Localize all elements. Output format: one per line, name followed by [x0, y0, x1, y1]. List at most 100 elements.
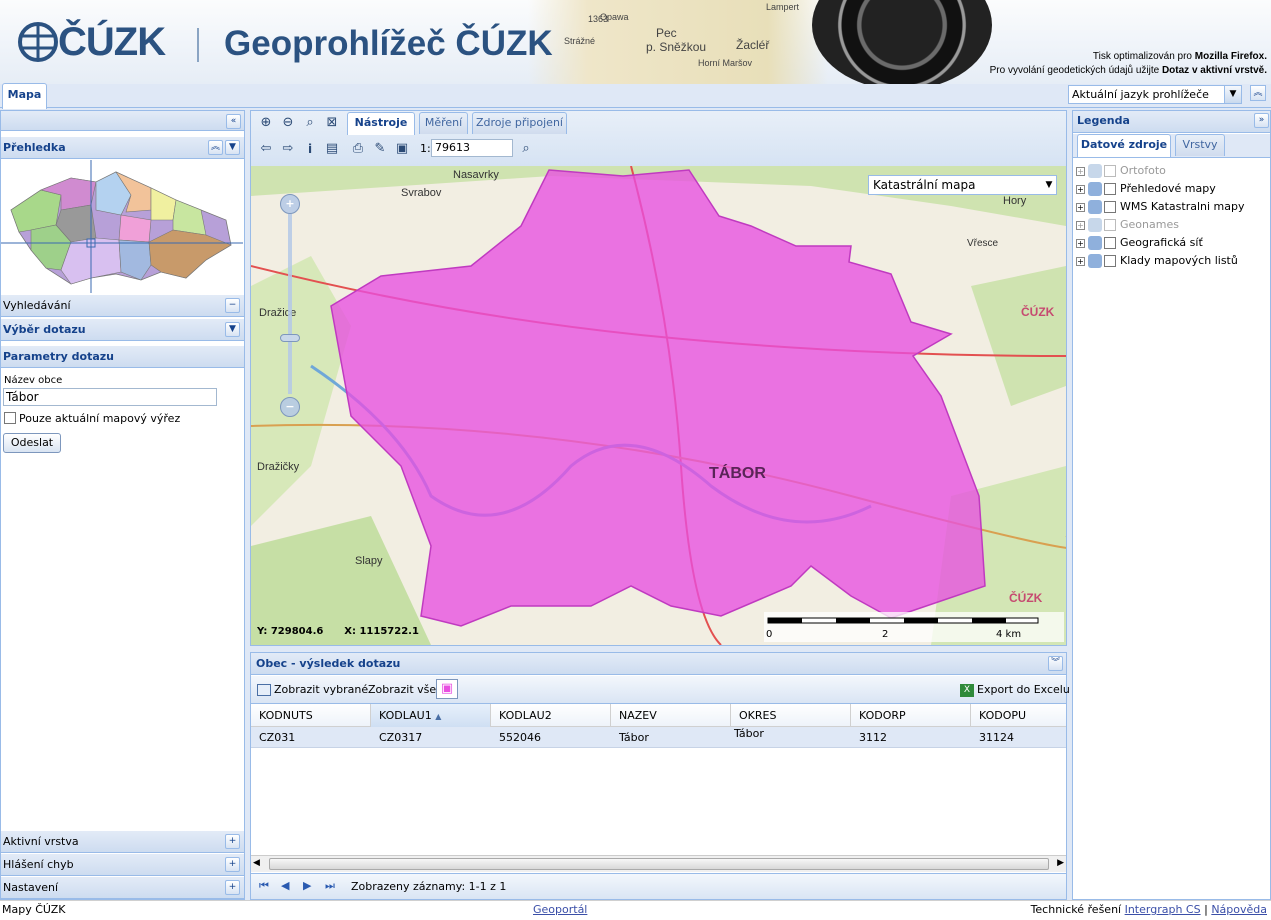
error-report-expand-button[interactable]: +: [225, 857, 240, 872]
zoom-plus-button[interactable]: +: [280, 194, 300, 214]
collapse-header-button[interactable]: ︽: [1250, 85, 1266, 101]
tab-data-sources[interactable]: Datové zdroje: [1077, 134, 1171, 157]
info-icon[interactable]: i: [302, 141, 318, 157]
zoom-in-icon[interactable]: ⊕: [258, 115, 274, 131]
collapse-left-button[interactable]: «: [226, 114, 241, 129]
first-page-icon[interactable]: ⏮: [259, 879, 269, 893]
map-view[interactable]: TÁBOR Nasavrky Svrabov Dražice Dražičky …: [251, 166, 1066, 645]
collapse-right-button[interactable]: »: [1254, 113, 1269, 128]
overview-title: Přehledka: [3, 141, 66, 154]
scale-input[interactable]: 79613: [431, 139, 513, 157]
legend-item-overview-maps[interactable]: + Přehledové mapy: [1076, 181, 1216, 197]
export-excel-button[interactable]: X Export do Excelu: [960, 683, 1070, 697]
show-all-button[interactable]: Zobrazit vše: [368, 683, 436, 697]
legend-item-label: Přehledové mapy: [1120, 182, 1216, 195]
legend-item-map-sheets[interactable]: + Klady mapových listů: [1076, 253, 1238, 269]
prev-page-icon[interactable]: ◀: [281, 879, 289, 892]
document-icon[interactable]: ▤: [324, 141, 340, 157]
column-header-kodlau2[interactable]: KODLAU2: [491, 704, 611, 727]
column-header-nazev[interactable]: NAZEV: [611, 704, 731, 727]
column-header-kodnuts[interactable]: KODNUTS: [251, 704, 371, 727]
expand-icon[interactable]: +: [1076, 202, 1085, 212]
overview-menu-button[interactable]: ▼: [225, 140, 240, 155]
intergraph-link[interactable]: Intergraph CS: [1125, 903, 1201, 916]
town-name-input[interactable]: Tábor: [3, 388, 217, 406]
layer-checkbox[interactable]: [1104, 237, 1116, 249]
expand-icon[interactable]: +: [1076, 238, 1085, 248]
coordinates-readout: Y: 729804.6 X: 1115722.1: [257, 626, 419, 637]
zoom-box-icon[interactable]: ⌕: [302, 115, 318, 131]
print-icon[interactable]: ⎙: [350, 141, 366, 157]
scrollbar-thumb[interactable]: [269, 858, 1049, 870]
settings-header[interactable]: Nastavení: [1, 877, 244, 899]
show-selected-button[interactable]: Zobrazit vybrané: [257, 683, 368, 697]
query-select-header[interactable]: Výběr dotazu: [1, 319, 244, 341]
tab-tools[interactable]: Nástroje: [347, 112, 415, 135]
expand-icon[interactable]: +: [1076, 166, 1085, 176]
expand-icon[interactable]: +: [1076, 256, 1085, 266]
scroll-right-icon[interactable]: ▶: [1057, 858, 1064, 868]
layer-checkbox[interactable]: [1104, 255, 1116, 267]
tab-mapa[interactable]: Mapa: [2, 83, 47, 109]
back-arrow-icon[interactable]: ⇦: [258, 141, 274, 157]
table-cell: 552046: [499, 731, 541, 744]
horizontal-scrollbar[interactable]: ◀ ▶: [251, 855, 1066, 872]
last-page-icon[interactable]: ⏭: [325, 879, 335, 893]
tab-measure[interactable]: Měření: [419, 112, 468, 134]
tab-layers[interactable]: Vrstvy: [1175, 134, 1225, 156]
legend-item-ortofoto[interactable]: + Ortofoto: [1076, 163, 1166, 179]
active-layer-header[interactable]: Aktivní vrstva: [1, 831, 244, 853]
column-header-kodlau1[interactable]: KODLAU1 ▲: [371, 704, 491, 727]
map-canvas: TÁBOR Nasavrky Svrabov Dražice Dražičky …: [251, 166, 1066, 645]
search-panel-header[interactable]: Vyhledávání: [1, 295, 244, 317]
layer-checkbox[interactable]: [1104, 219, 1116, 231]
base-layer-select[interactable]: Katastrální mapa ▼: [868, 175, 1057, 195]
scale-bar-graphic: 0 2 4 km: [766, 617, 1039, 640]
next-page-icon[interactable]: ▶: [303, 879, 311, 892]
zoom-track[interactable]: [288, 214, 292, 394]
table-cell: Tábor: [619, 731, 649, 744]
error-report-header[interactable]: Hlášení chyb: [1, 854, 244, 876]
column-header-kodopu[interactable]: KODOPU: [971, 704, 1066, 727]
overview-up-button[interactable]: ︽: [208, 140, 223, 155]
highlight-map-icon[interactable]: ▣: [436, 679, 458, 699]
tab-sources[interactable]: Zdroje připojení: [472, 112, 567, 134]
visible-extent-checkbox[interactable]: [4, 412, 16, 424]
zoom-minus-button[interactable]: −: [280, 397, 300, 417]
search-toggle-button[interactable]: −: [225, 298, 240, 313]
legend-item-geographic-grid[interactable]: + Geografická síť: [1076, 235, 1203, 251]
layer-checkbox[interactable]: [1104, 183, 1116, 195]
expand-icon[interactable]: +: [1076, 184, 1085, 194]
scale-zoom-icon[interactable]: ⌕: [518, 141, 534, 157]
settings-expand-button[interactable]: +: [225, 880, 240, 895]
submit-button[interactable]: Odeslat: [3, 433, 61, 453]
zoom-out-icon[interactable]: ⊖: [280, 115, 296, 131]
chevron-down-icon[interactable]: ▼: [1224, 86, 1241, 103]
results-collapse-button[interactable]: ︾: [1048, 656, 1063, 671]
save-icon[interactable]: ▣: [394, 141, 410, 157]
legend-item-wms-cadastral[interactable]: + WMS Katastralni mapy: [1076, 199, 1245, 215]
table-cell: 3112: [859, 731, 887, 744]
language-select[interactable]: Aktuální jazyk prohlížeče ▼: [1068, 85, 1242, 104]
zoom-thumb[interactable]: [280, 334, 300, 342]
zoom-extent-icon[interactable]: ⊠: [324, 115, 340, 131]
geoportal-link[interactable]: Geoportál: [533, 901, 587, 919]
map-label: Pec: [656, 26, 677, 40]
forward-arrow-icon[interactable]: ⇨: [280, 141, 296, 157]
expand-icon[interactable]: +: [1076, 220, 1085, 230]
legend-title: Legenda: [1077, 114, 1130, 127]
chevron-down-icon[interactable]: ▼: [1042, 176, 1056, 194]
table-icon: [257, 684, 271, 696]
map-label: Vřesce: [967, 238, 999, 249]
layer-checkbox[interactable]: [1104, 165, 1116, 177]
overview-map[interactable]: [1, 160, 243, 293]
zoom-slider[interactable]: + −: [280, 194, 300, 417]
layer-checkbox[interactable]: [1104, 201, 1116, 213]
legend-item-geonames[interactable]: + Geonames: [1076, 217, 1179, 233]
help-link[interactable]: Nápověda: [1211, 903, 1267, 916]
scroll-left-icon[interactable]: ◀: [253, 858, 260, 868]
active-layer-expand-button[interactable]: +: [225, 834, 240, 849]
column-header-kodorp[interactable]: KODORP: [851, 704, 971, 727]
query-select-toggle-button[interactable]: ▼: [225, 322, 240, 337]
pencil-icon[interactable]: ✎: [372, 141, 388, 157]
